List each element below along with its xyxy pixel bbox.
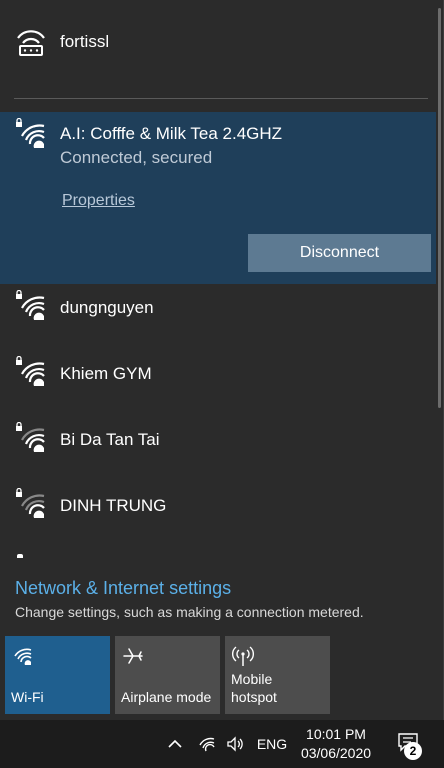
- wifi-toggle[interactable]: Wi-Fi: [5, 636, 110, 714]
- divider: [14, 98, 428, 99]
- scrollbar[interactable]: [435, 0, 443, 560]
- network-item[interactable]: DINH TRUNG: [0, 474, 436, 540]
- airplane-icon: [121, 644, 145, 668]
- notification-badge: 2: [404, 742, 422, 760]
- network-name: DINH TRUNG: [60, 496, 167, 515]
- lock-icon: [17, 554, 23, 558]
- wifi-icon[interactable]: [194, 720, 220, 768]
- settings-description: Change settings, such as making a connec…: [15, 604, 364, 620]
- network-item-connected[interactable]: A.I: Cofffe & Milk Tea 2.4GHZ Connected,…: [0, 112, 436, 284]
- time: 10:01 PM: [306, 726, 366, 742]
- network-name: Bi Da Tan Tai: [60, 430, 160, 449]
- mobile-hotspot-toggle[interactable]: Mobile hotspot: [225, 636, 330, 714]
- network-name: dungnguyen: [60, 298, 154, 317]
- connection-status: Connected, secured: [60, 148, 213, 167]
- language-indicator[interactable]: ENG: [252, 720, 292, 768]
- vpn-icon: [14, 26, 48, 60]
- disconnect-button[interactable]: Disconnect: [248, 234, 431, 272]
- wifi-icon: [11, 644, 35, 668]
- network-item[interactable]: dungnguyen: [0, 276, 436, 342]
- hotspot-icon: [231, 644, 255, 668]
- clock[interactable]: 10:01 PM 03/06/2020: [296, 720, 376, 768]
- taskbar: ENG 10:01 PM 03/06/2020 2: [0, 720, 444, 768]
- chevron-up-icon[interactable]: [160, 720, 190, 768]
- network-name: fortissl: [60, 32, 110, 51]
- tile-label: Mobile hotspot: [231, 671, 277, 705]
- wifi-secured-weak-icon: [14, 421, 48, 456]
- airplane-mode-toggle[interactable]: Airplane mode: [115, 636, 220, 714]
- wifi-secured-icon: [14, 117, 48, 152]
- tile-label: Airplane mode: [121, 689, 212, 705]
- network-name: A.I: Cofffe & Milk Tea 2.4GHZ: [60, 124, 283, 143]
- tile-label: Wi-Fi: [11, 689, 44, 705]
- date: 03/06/2020: [300, 745, 372, 761]
- wifi-secured-icon: [14, 289, 48, 324]
- network-name: Khiem GYM: [60, 364, 152, 383]
- network-flyout: fortissl A.I: Cofffe & Milk Tea 2.4GHZ C…: [0, 0, 444, 720]
- scrollbar-thumb[interactable]: [438, 8, 441, 408]
- wifi-secured-icon: [14, 355, 48, 390]
- notification-center-button[interactable]: 2: [388, 720, 428, 768]
- properties-link[interactable]: Properties: [62, 192, 135, 210]
- network-item[interactable]: Bi Da Tan Tai: [0, 408, 436, 474]
- wifi-secured-weak-icon: [14, 487, 48, 522]
- network-item[interactable]: Khiem GYM: [0, 342, 436, 408]
- volume-icon[interactable]: [222, 720, 248, 768]
- network-item-fortissl[interactable]: fortissl: [0, 10, 436, 76]
- network-settings-link[interactable]: Network & Internet settings: [15, 578, 231, 599]
